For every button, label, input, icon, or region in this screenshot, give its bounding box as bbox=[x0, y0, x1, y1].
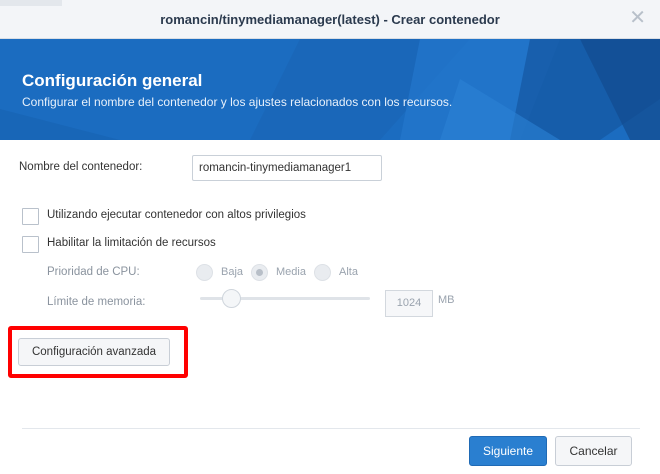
resource-limit-checkbox[interactable] bbox=[22, 236, 39, 253]
cpu-priority-label: Prioridad de CPU: bbox=[47, 266, 140, 278]
memory-unit-label: MB bbox=[438, 294, 455, 306]
close-icon[interactable]: ✕ bbox=[629, 8, 646, 28]
cpu-priority-high-label[interactable]: Alta bbox=[339, 266, 358, 278]
background-tab-strip bbox=[0, 0, 62, 6]
privileged-label[interactable]: Utilizando ejecutar contenedor con altos… bbox=[47, 209, 306, 221]
privileged-checkbox[interactable] bbox=[22, 208, 39, 225]
header-banner: Configuración general Configurar el nomb… bbox=[0, 39, 660, 140]
next-button[interactable]: Siguiente bbox=[469, 436, 547, 466]
advanced-settings-button[interactable]: Configuración avanzada bbox=[18, 338, 170, 366]
cpu-priority-low-label[interactable]: Baja bbox=[221, 266, 243, 278]
footer-divider bbox=[22, 428, 640, 429]
banner-title: Configuración general bbox=[22, 71, 203, 90]
banner-subtitle: Configurar el nombre del contenedor y lo… bbox=[22, 95, 453, 109]
title-bar: romancin/tinymediamanager(latest) - Crea… bbox=[0, 0, 660, 39]
container-name-label: Nombre del contenedor: bbox=[19, 161, 143, 173]
cancel-button[interactable]: Cancelar bbox=[555, 436, 632, 466]
cpu-priority-medium-radio[interactable] bbox=[251, 264, 268, 281]
cpu-priority-medium-label[interactable]: Media bbox=[276, 266, 306, 278]
cpu-priority-low-radio[interactable] bbox=[196, 264, 213, 281]
container-name-input[interactable]: romancin-tinymediamanager1 bbox=[192, 155, 382, 181]
dialog-title: romancin/tinymediamanager(latest) - Crea… bbox=[160, 12, 500, 27]
memory-limit-input[interactable]: 1024 bbox=[385, 290, 433, 317]
create-container-dialog: romancin/tinymediamanager(latest) - Crea… bbox=[0, 0, 660, 474]
memory-limit-label: Límite de memoria: bbox=[47, 296, 146, 308]
memory-slider-handle[interactable] bbox=[222, 289, 241, 308]
resource-limit-label[interactable]: Habilitar la limitación de recursos bbox=[47, 237, 216, 249]
cpu-priority-high-radio[interactable] bbox=[314, 264, 331, 281]
